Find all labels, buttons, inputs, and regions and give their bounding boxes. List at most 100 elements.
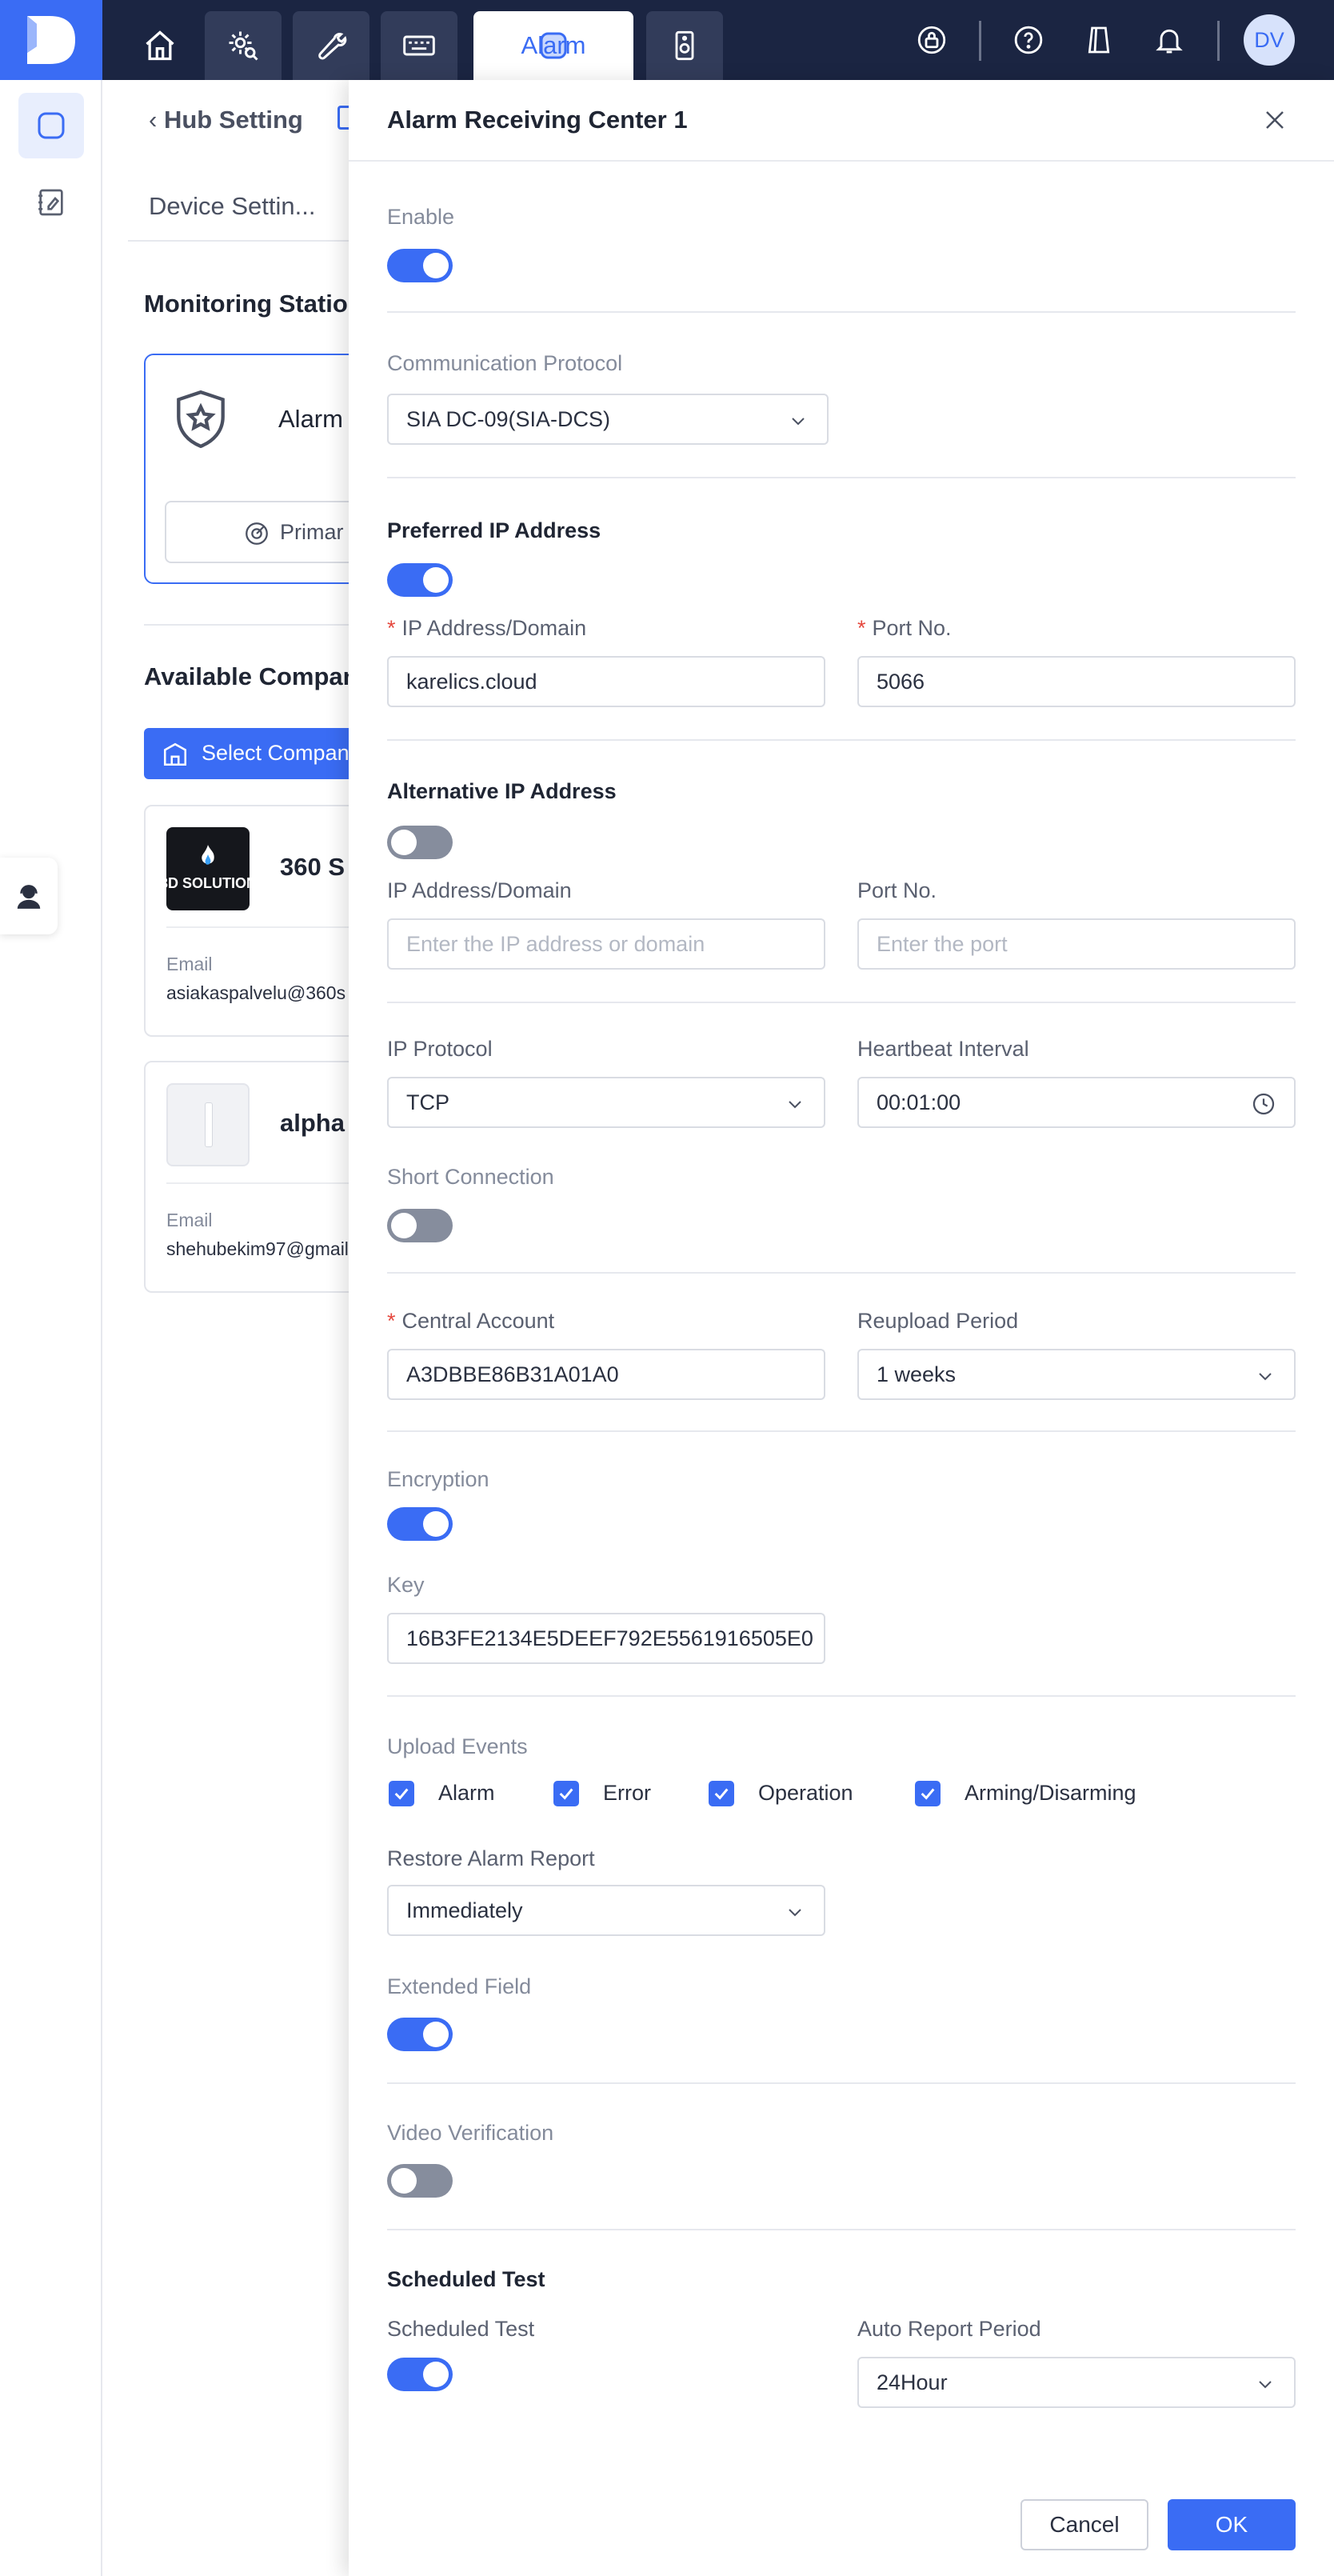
video-verification-label: Video Verification	[387, 2121, 554, 2145]
key-input[interactable]: 16B3FE2134E5DEEF792E5561916505E0	[387, 1613, 825, 1664]
sidebar-item-edit[interactable]	[18, 170, 84, 235]
arming-disarming-checkbox[interactable]	[915, 1781, 941, 1806]
chevron-down-icon	[792, 418, 805, 426]
company-card[interactable]: 3D SOLUTION 360 S Email asiakaspalvelu@3…	[144, 805, 361, 1037]
notifications-button[interactable]	[1144, 14, 1195, 66]
scheduled-test-toggle[interactable]	[387, 2358, 453, 2391]
encryption-toggle[interactable]	[387, 1507, 453, 1541]
checkmark-icon	[559, 1788, 573, 1800]
protocol-select[interactable]: SIA DC-09(SIA-DCS)	[387, 394, 829, 445]
checkmark-icon	[394, 1788, 409, 1800]
alarm-tab[interactable]: Alarm	[473, 11, 633, 80]
ip-protocol-select[interactable]: TCP	[387, 1077, 825, 1128]
protocol-value: SIA DC-09(SIA-DCS)	[406, 406, 611, 431]
device-settings-tab[interactable]: Device Settin...	[149, 192, 315, 221]
lock-device-button[interactable]	[906, 14, 957, 66]
divider	[387, 477, 1296, 478]
close-button[interactable]	[1259, 104, 1291, 136]
keypad-tab[interactable]	[381, 11, 457, 80]
speaker-tab[interactable]	[646, 11, 723, 80]
auto-report-label: Auto Report Period	[857, 2317, 1041, 2341]
help-button[interactable]	[1003, 14, 1054, 66]
gear-search-icon	[229, 31, 258, 61]
operation-checkbox-label: Operation	[758, 1781, 853, 1805]
scheduled-test-title: Scheduled Test	[387, 2267, 545, 2291]
home-icon	[146, 30, 174, 61]
chevron-down-icon	[1259, 1373, 1272, 1381]
monitoring-station-title: Monitoring Station	[144, 290, 363, 318]
company-logo-text: 3D SOLUTION	[166, 875, 250, 891]
required-mark: *	[387, 616, 396, 640]
alarm-checkbox[interactable]	[389, 1781, 414, 1806]
short-connection-toggle[interactable]	[387, 1209, 453, 1242]
heartbeat-label: Heartbeat Interval	[857, 1037, 1029, 1061]
header-divider	[349, 160, 1334, 162]
settings-tab[interactable]	[205, 11, 282, 80]
company-logo: 3D SOLUTION	[166, 827, 250, 910]
heartbeat-time-picker[interactable]: 00:01:00	[857, 1077, 1296, 1128]
checkmark-icon	[921, 1788, 935, 1800]
operation-checkbox[interactable]	[709, 1781, 734, 1806]
chevron-left-icon: ‹	[149, 106, 164, 134]
docs-button[interactable]	[1073, 14, 1124, 66]
back-breadcrumb[interactable]: ‹ Hub Setting	[149, 106, 303, 134]
preferred-ip-toggle[interactable]	[387, 563, 453, 597]
monitoring-station-card[interactable]: Alarm Primar	[144, 354, 373, 584]
arming-disarming-checkbox-label: Arming/Disarming	[965, 1781, 1136, 1805]
cancel-button[interactable]: Cancel	[1020, 2499, 1148, 2550]
topbar-divider	[979, 21, 981, 61]
app-logo[interactable]	[0, 0, 102, 80]
drawer-title: Alarm Receiving Center 1	[387, 106, 688, 134]
select-company-button[interactable]: Select Compan	[144, 728, 360, 779]
central-account-input[interactable]: A3DBBE86B31A01A0	[387, 1349, 825, 1400]
error-checkbox-label: Error	[603, 1781, 651, 1805]
restore-select[interactable]: Immediately	[387, 1885, 825, 1936]
tools-tab[interactable]	[293, 11, 369, 80]
reupload-label: Reupload Period	[857, 1309, 1019, 1333]
divider	[166, 926, 361, 928]
breadcrumb-label: Hub Setting	[163, 106, 303, 134]
home-tab[interactable]	[122, 11, 198, 80]
company-card[interactable]: alpha Email shehubekim97@gmail	[144, 1061, 361, 1293]
user-avatar[interactable]: DV	[1244, 14, 1295, 66]
primary-button[interactable]: Primar	[165, 501, 373, 563]
monitoring-card-label: Alarm	[278, 405, 343, 433]
preferred-ip-label: * IP Address/Domain	[387, 616, 586, 641]
preferred-port-input[interactable]: 5066	[857, 656, 1296, 707]
central-account-value: A3DBBE86B31A01A0	[406, 1362, 619, 1386]
scheduled-test-label: Scheduled Test	[387, 2317, 535, 2341]
preferred-ip-input[interactable]: karelics.cloud	[387, 656, 825, 707]
ip-protocol-label: IP Protocol	[387, 1037, 493, 1061]
divider	[387, 1695, 1296, 1697]
checkmark-icon	[714, 1788, 729, 1800]
top-navigation-bar: Alarm DV	[0, 0, 1334, 80]
ok-button[interactable]: OK	[1168, 2499, 1296, 2550]
alternative-port-input[interactable]: Enter the port	[857, 918, 1296, 970]
alternative-ip-toggle[interactable]	[387, 826, 453, 859]
company-email-label: Email	[166, 1210, 213, 1230]
reupload-select[interactable]: 1 weeks	[857, 1349, 1296, 1400]
divider	[387, 1430, 1296, 1432]
auto-report-select[interactable]: 24Hour	[857, 2357, 1296, 2408]
company-name: alpha	[280, 1109, 345, 1137]
select-company-label: Select Compan	[202, 741, 349, 765]
support-agent-button[interactable]	[0, 858, 58, 934]
enable-toggle[interactable]	[387, 249, 453, 282]
divider	[387, 1272, 1296, 1274]
edit-note-icon	[38, 189, 63, 216]
auto-report-value: 24Hour	[877, 2370, 948, 2394]
lock-device-icon	[917, 26, 946, 54]
error-checkbox[interactable]	[553, 1781, 579, 1806]
heartbeat-value: 00:01:00	[877, 1090, 961, 1114]
topbar-divider	[1217, 21, 1220, 61]
company-email: shehubekim97@gmail	[166, 1238, 349, 1259]
clock-icon	[1252, 1093, 1275, 1115]
alarm-checkbox-label: Alarm	[438, 1781, 495, 1805]
extended-field-toggle[interactable]	[387, 2018, 453, 2051]
flame-logo-icon	[202, 845, 214, 865]
divider	[387, 2229, 1296, 2230]
sidebar-item-devices[interactable]	[18, 93, 84, 158]
video-verification-toggle[interactable]	[387, 2164, 453, 2198]
alternative-ip-input[interactable]: Enter the IP address or domain	[387, 918, 825, 970]
divider	[387, 739, 1296, 741]
